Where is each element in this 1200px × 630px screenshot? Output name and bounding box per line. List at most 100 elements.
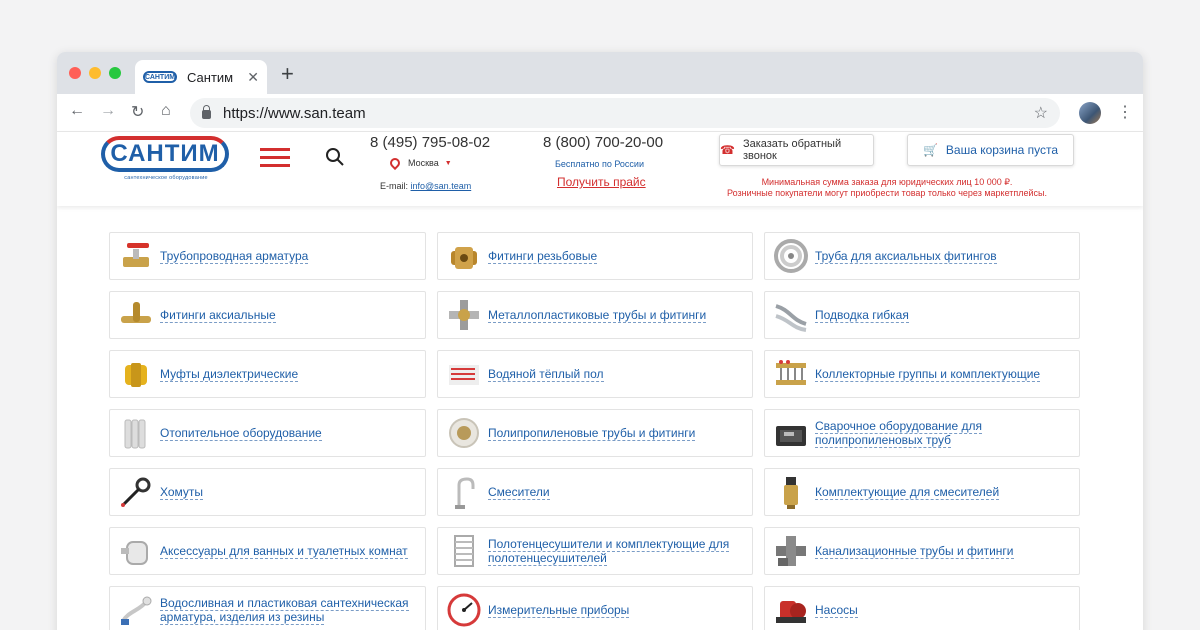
category-link[interactable]: Коллекторные группы и комплектующие bbox=[815, 367, 1041, 382]
category-link[interactable]: Подводка гибкая bbox=[815, 308, 909, 323]
category-card[interactable]: Водосливная и пластиковая сантехническая… bbox=[109, 586, 426, 630]
cart-button[interactable]: 🛒 Ваша корзина пуста bbox=[907, 134, 1074, 166]
category-link[interactable]: Полипропиленовые трубы и фитинги bbox=[488, 426, 696, 441]
category-link[interactable]: Сварочное оборудование для полипропилено… bbox=[815, 419, 983, 448]
phone-icon: ☎ bbox=[720, 143, 735, 157]
category-card[interactable]: Аксессуары для ванных и туалетных комнат bbox=[109, 527, 426, 575]
category-card[interactable]: Сварочное оборудование для полипропилено… bbox=[764, 409, 1080, 457]
tab-close-icon[interactable]: ✕ bbox=[247, 69, 259, 86]
category-card[interactable]: Полипропиленовые трубы и фитинги bbox=[437, 409, 753, 457]
city-selector[interactable]: Москва ▼ bbox=[387, 155, 452, 171]
manifold-icon bbox=[771, 354, 811, 394]
category-link[interactable]: Фитинги резьбовые bbox=[488, 249, 598, 264]
email-row: E-mail: info@san.team bbox=[380, 181, 471, 191]
bookmark-star-icon[interactable]: ☆ bbox=[1034, 103, 1048, 123]
clamp-icon bbox=[116, 472, 156, 512]
profile-avatar[interactable] bbox=[1079, 102, 1101, 124]
category-link[interactable]: Аксессуары для ванных и туалетных комнат bbox=[160, 544, 408, 559]
back-arrow-icon[interactable]: ← bbox=[69, 102, 85, 120]
faucet-icon bbox=[444, 472, 484, 512]
cross-fitting-icon bbox=[444, 295, 484, 335]
callback-label: Заказать обратный звонок bbox=[742, 138, 842, 162]
category-link[interactable]: Измерительные приборы bbox=[488, 603, 630, 618]
category-card[interactable]: Муфты диэлектрические bbox=[109, 350, 426, 398]
tab-title: Сантим bbox=[187, 69, 234, 85]
city-name: Москва bbox=[408, 158, 439, 168]
site-header: САНТИМ сантехническое оборудование 8 (49… bbox=[57, 132, 1143, 206]
free-call-note: Бесплатно по России bbox=[555, 159, 644, 169]
category-card[interactable]: Канализационные трубы и фитинги bbox=[764, 527, 1080, 575]
cartridge-icon bbox=[771, 472, 811, 512]
category-link[interactable]: Трубопроводная арматура bbox=[160, 249, 309, 264]
category-link[interactable]: Полотенцесушители и комплектующие для по… bbox=[488, 537, 730, 566]
lock-icon bbox=[202, 104, 211, 119]
category-card[interactable]: Фитинги резьбовые bbox=[437, 232, 753, 280]
welding-kit-icon bbox=[771, 413, 811, 453]
category-card[interactable]: Металлопластиковые трубы и фитинги bbox=[437, 291, 753, 339]
category-link[interactable]: Муфты диэлектрические bbox=[160, 367, 299, 382]
get-price-link[interactable]: Получить прайс bbox=[557, 175, 646, 189]
search-icon[interactable] bbox=[325, 147, 345, 167]
browser-menu-icon[interactable]: ⋮ bbox=[1117, 102, 1133, 122]
forward-arrow-icon[interactable]: → bbox=[100, 102, 116, 120]
drain-fitting-icon bbox=[116, 590, 156, 630]
category-card[interactable]: Насосы bbox=[764, 586, 1080, 630]
towel-rail-icon bbox=[444, 531, 484, 571]
notice-line-1: Минимальная сумма заказа для юридических… bbox=[761, 177, 1013, 187]
category-card[interactable]: Полотенцесушители и комплектующие для по… bbox=[437, 527, 753, 575]
close-window-icon[interactable] bbox=[69, 67, 81, 79]
bath-accessory-icon bbox=[116, 531, 156, 571]
notice-line-2: Розничные покупатели могут приобрести то… bbox=[726, 188, 1048, 198]
browser-tab[interactable]: САНТИМ Сантим ✕ bbox=[135, 60, 267, 94]
order-notice: Минимальная сумма заказа для юридических… bbox=[697, 177, 1077, 199]
category-link[interactable]: Насосы bbox=[815, 603, 858, 618]
maximize-window-icon[interactable] bbox=[109, 67, 121, 79]
hamburger-menu-icon[interactable] bbox=[260, 148, 290, 172]
pp-fitting-icon bbox=[444, 413, 484, 453]
category-card[interactable]: Отопительное оборудование bbox=[109, 409, 426, 457]
category-card[interactable]: Смесители bbox=[437, 468, 753, 516]
category-link[interactable]: Смесители bbox=[488, 485, 550, 500]
reload-icon[interactable]: ↻ bbox=[131, 102, 144, 122]
category-link[interactable]: Хомуты bbox=[160, 485, 204, 500]
dielectric-coupling-icon bbox=[116, 354, 156, 394]
url-text[interactable]: https://www.san.team bbox=[223, 105, 1034, 122]
category-card[interactable]: Комплектующие для смесителей bbox=[764, 468, 1080, 516]
category-link[interactable]: Труба для аксиальных фитингов bbox=[815, 249, 997, 264]
category-link[interactable]: Комплектующие для смесителей bbox=[815, 485, 1000, 500]
category-card[interactable]: Трубопроводная арматура bbox=[109, 232, 426, 280]
home-icon[interactable]: ⌂ bbox=[161, 102, 171, 120]
category-link[interactable]: Канализационные трубы и фитинги bbox=[815, 544, 1014, 559]
category-card[interactable]: Хомуты bbox=[109, 468, 426, 516]
gauge-icon bbox=[444, 590, 484, 630]
flexible-hose-icon bbox=[771, 295, 811, 335]
address-bar[interactable]: https://www.san.team ☆ bbox=[190, 98, 1060, 128]
category-card[interactable]: Измерительные приборы bbox=[437, 586, 753, 630]
browser-window: САНТИМ Сантим ✕ + ← → ↻ ⌂ https://www.sa… bbox=[57, 52, 1143, 630]
phone-free[interactable]: 8 (800) 700-20-00 bbox=[543, 134, 663, 151]
caret-down-icon: ▼ bbox=[444, 159, 452, 167]
logo-badge: САНТИМ bbox=[101, 136, 229, 172]
category-link[interactable]: Металлопластиковые трубы и фитинги bbox=[488, 308, 707, 323]
new-tab-icon[interactable]: + bbox=[281, 61, 294, 87]
callback-button[interactable]: ☎ Заказать обратный звонок bbox=[719, 134, 874, 166]
category-link[interactable]: Водяной тёплый пол bbox=[488, 367, 604, 382]
phone-main[interactable]: 8 (495) 795-08-02 bbox=[370, 134, 490, 151]
category-link[interactable]: Водосливная и пластиковая сантехническая… bbox=[160, 596, 409, 625]
browser-toolbar: ← → ↻ ⌂ https://www.san.team ☆ ⋮ bbox=[57, 94, 1143, 132]
logo-subtitle: сантехническое оборудование bbox=[124, 175, 208, 181]
category-grid: Трубопроводная арматура Фитинги резьбовые… bbox=[109, 232, 1081, 630]
category-card[interactable]: Труба для аксиальных фитингов bbox=[764, 232, 1080, 280]
floor-heating-icon bbox=[444, 354, 484, 394]
category-link[interactable]: Фитинги аксиальные bbox=[160, 308, 276, 323]
category-card[interactable]: Фитинги аксиальные bbox=[109, 291, 426, 339]
category-link[interactable]: Отопительное оборудование bbox=[160, 426, 322, 441]
email-link[interactable]: info@san.team bbox=[411, 181, 472, 191]
minimize-window-icon[interactable] bbox=[89, 67, 101, 79]
pump-icon bbox=[771, 590, 811, 630]
threaded-fitting-icon bbox=[444, 236, 484, 276]
category-card[interactable]: Подводка гибкая bbox=[764, 291, 1080, 339]
category-card[interactable]: Коллекторные группы и комплектующие bbox=[764, 350, 1080, 398]
site-logo[interactable]: САНТИМ сантехническое оборудование bbox=[101, 136, 231, 181]
category-card[interactable]: Водяной тёплый пол bbox=[437, 350, 753, 398]
